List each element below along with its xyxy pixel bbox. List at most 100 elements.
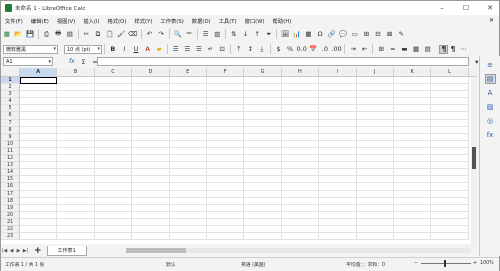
sort-ascending-icon[interactable]: ↓ [241, 30, 249, 38]
row-header[interactable]: 9 [1, 133, 20, 141]
grid-cell[interactable] [132, 233, 170, 241]
grid-cell[interactable] [206, 162, 245, 170]
export-pdf-icon[interactable]: ⎙ [43, 30, 51, 38]
undo-icon[interactable]: ↶ [145, 30, 153, 38]
grid-cell[interactable] [169, 126, 207, 134]
grid-cell[interactable] [393, 91, 432, 99]
grid-cell[interactable] [356, 91, 394, 99]
clear-formatting-icon[interactable]: ⌫ [128, 30, 137, 38]
grid-cell[interactable] [244, 169, 282, 177]
grid-cell[interactable] [431, 105, 469, 113]
grid-cell[interactable] [94, 140, 133, 148]
wrap-text-icon[interactable]: ↵ [207, 45, 215, 53]
grid-cell[interactable] [356, 190, 394, 198]
grid-cell[interactable] [132, 183, 170, 191]
currency-icon[interactable]: $ [275, 45, 283, 53]
grid-cell[interactable] [319, 91, 357, 99]
grid-cell[interactable] [244, 133, 282, 141]
grid-cell[interactable] [356, 218, 394, 226]
horizontal-scroll-thumb[interactable] [126, 248, 186, 253]
grid-cell[interactable] [20, 126, 58, 134]
grid-cell[interactable] [393, 183, 432, 191]
grid-cell[interactable] [94, 183, 133, 191]
grid-cell[interactable] [206, 211, 245, 219]
language-status[interactable]: 英语 (美国) [241, 261, 265, 268]
grid-cell[interactable] [356, 105, 394, 113]
grid-cell[interactable] [319, 218, 357, 226]
sum-icon[interactable]: Σ [79, 58, 87, 66]
align-bottom-icon[interactable]: ⤓ [258, 45, 266, 53]
grid-cell[interactable] [281, 176, 320, 184]
number-format-icon[interactable]: 0.0 [297, 45, 307, 53]
grid-cell[interactable] [431, 112, 469, 120]
grid-cell[interactable] [356, 225, 394, 234]
grid-cell[interactable] [57, 91, 95, 99]
grid-cell[interactable] [57, 147, 95, 156]
grid-cell[interactable] [281, 105, 320, 113]
grid-cell[interactable] [244, 197, 282, 205]
grid-cell[interactable] [206, 98, 245, 106]
grid-cell[interactable] [281, 211, 320, 219]
menu-data[interactable]: 数据(D) [188, 17, 215, 25]
selection-stats[interactable]: 平均值：；求和：0 [346, 261, 385, 268]
grid-cell[interactable] [57, 126, 95, 134]
row-header[interactable]: 4 [1, 98, 20, 106]
align-top-icon[interactable]: ⤒ [235, 45, 243, 53]
row-header[interactable]: 18 [1, 197, 20, 205]
insert-image-icon[interactable]: 🖼 [281, 30, 289, 38]
toolbar-options-icon[interactable]: ⋯ [459, 45, 467, 53]
grid-cell[interactable] [281, 169, 320, 177]
clone-formatting-icon[interactable]: 🖌 [117, 30, 125, 38]
formula-input[interactable] [97, 57, 469, 66]
row-header[interactable]: 22 [1, 225, 20, 234]
grid-cell[interactable] [431, 84, 469, 92]
grid-cell[interactable] [57, 155, 95, 163]
grid-cell[interactable] [132, 218, 170, 226]
grid-cell[interactable] [20, 218, 58, 226]
borders-icon[interactable]: ⊞ [377, 45, 385, 53]
grid-cell[interactable] [132, 211, 170, 219]
menu-window[interactable]: 窗口(W) [241, 17, 269, 25]
split-window-icon[interactable]: ⊠ [386, 30, 394, 38]
grid-cell[interactable] [169, 84, 207, 92]
styles-icon[interactable]: A [485, 88, 496, 98]
grid-cell[interactable] [206, 105, 245, 113]
font-size-combo[interactable]: 10 点 (pt) [64, 44, 102, 54]
grid-cell[interactable] [57, 77, 95, 85]
grid-cell[interactable] [94, 98, 133, 106]
grid-cell[interactable] [94, 147, 133, 156]
grid-cell[interactable] [94, 169, 133, 177]
grid-cell[interactable] [356, 133, 394, 141]
grid-cell[interactable] [20, 155, 58, 163]
italic-icon[interactable]: I [120, 45, 128, 53]
column-header[interactable]: A [20, 68, 58, 77]
row-header[interactable]: 19 [1, 204, 20, 212]
menu-file[interactable]: 文件(F) [1, 17, 27, 25]
grid-cell[interactable] [169, 176, 207, 184]
grid-cell[interactable] [393, 169, 432, 177]
grid-cell[interactable] [393, 197, 432, 205]
grid-cell[interactable] [244, 204, 282, 212]
grid-cell[interactable] [281, 190, 320, 198]
grid-cell[interactable] [94, 77, 133, 85]
first-sheet-icon[interactable]: |◀ [1, 248, 8, 254]
sort-descending-icon[interactable]: ↑ [253, 30, 261, 38]
highlight-color-icon[interactable]: ▰ [155, 45, 163, 53]
grid-cell[interactable] [281, 140, 320, 148]
grid-cell[interactable] [393, 233, 432, 241]
grid-cell[interactable] [169, 112, 207, 120]
row-header[interactable]: 1 [1, 77, 20, 85]
comment-icon[interactable]: 💬 [339, 30, 347, 38]
grid-cell[interactable] [281, 204, 320, 212]
row-header[interactable]: 10 [1, 140, 20, 148]
center-vertically-icon[interactable]: ↕ [246, 45, 254, 53]
border-style-icon[interactable]: ═ [389, 45, 397, 53]
font-name-combo[interactable]: 微软雅黑 [3, 44, 58, 54]
row-header[interactable]: 7 [1, 119, 20, 127]
grid-cell[interactable] [431, 155, 469, 163]
add-decimal-icon[interactable]: .0 [321, 45, 329, 53]
grid-cell[interactable] [132, 126, 170, 134]
grid-cell[interactable] [169, 98, 207, 106]
grid-cell[interactable] [57, 190, 95, 198]
grid-cell[interactable] [244, 147, 282, 156]
